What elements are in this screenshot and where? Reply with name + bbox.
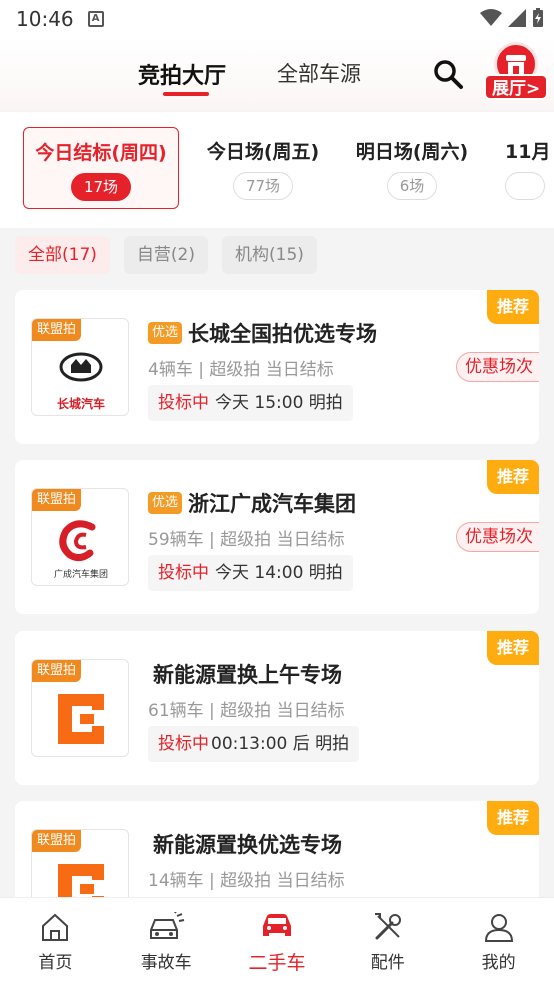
showroom-button[interactable]: 展厅> bbox=[484, 42, 554, 106]
tab-auction-hall[interactable]: 竞拍大厅 bbox=[138, 58, 226, 90]
day-tab-today-close[interactable]: 今日结标(周四) 17场 bbox=[23, 127, 179, 209]
recommend-badge: 推荐 bbox=[487, 460, 539, 494]
day-tabs: 今日结标(周四) 17场 今日场(周五) 77场 明日场(周六) 6场 11月 bbox=[0, 112, 554, 228]
day-tab-title: 今日结标(周四) bbox=[35, 142, 167, 164]
orange-block-logo bbox=[58, 864, 104, 897]
day-tab-count: 77场 bbox=[232, 172, 294, 200]
active-tab-indicator bbox=[163, 92, 209, 96]
day-tab-today[interactable]: 今日场(周五) 77场 bbox=[205, 127, 321, 209]
discount-badge: 优惠场次 bbox=[456, 522, 539, 552]
filter-all[interactable]: 全部(17) bbox=[15, 236, 110, 274]
nav-label: 首页 bbox=[38, 953, 73, 973]
recommend-badge: 推荐 bbox=[487, 631, 539, 665]
session-title: 浙江广成汽车集团 bbox=[188, 492, 357, 516]
alliance-tag: 联盟拍 bbox=[32, 830, 82, 852]
session-logo: 联盟拍 广成汽车集团 bbox=[31, 488, 129, 586]
status-bar: 10:46 A bbox=[0, 0, 554, 38]
battery-icon bbox=[533, 8, 543, 27]
status-icons bbox=[480, 8, 544, 28]
bidding-status: 投标中 bbox=[158, 563, 209, 583]
session-meta: 14辆车 | 超级拍 当日结标 bbox=[148, 871, 345, 891]
auction-card[interactable]: 联盟拍 广成汽车集团 推荐 优选 浙江广成汽车集团 59辆车 | 超级拍 当日结… bbox=[15, 460, 539, 614]
card-title-row: 优选 浙江广成汽车集团 bbox=[148, 488, 356, 518]
bidding-status: 投标中 bbox=[158, 393, 209, 413]
session-status: 投标中 00:13:00 后 明拍 bbox=[148, 726, 360, 762]
day-tab-count: 6场 bbox=[386, 172, 438, 200]
auction-card[interactable]: 联盟拍 推荐 新能源置换上午专场 61辆车 | 超级拍 当日结标 投标中 00:1… bbox=[15, 631, 539, 785]
session-status: 投标中 今天 15:00 明拍 bbox=[148, 385, 353, 421]
session-meta: 4辆车 | 超级拍 当日结标 bbox=[148, 360, 334, 380]
session-logo: 联盟拍 bbox=[31, 829, 129, 897]
day-tab-count bbox=[505, 172, 545, 200]
day-tab-count: 17场 bbox=[70, 173, 132, 201]
profile-icon bbox=[484, 914, 513, 942]
alliance-tag: 联盟拍 bbox=[32, 489, 82, 511]
discount-badge: 优惠场次 bbox=[456, 352, 539, 382]
accident-car-icon bbox=[150, 912, 185, 939]
session-time: 今天 14:00 明拍 bbox=[215, 563, 343, 583]
bidding-status: 投标中 bbox=[158, 734, 209, 754]
session-meta: 61辆车 | 超级拍 当日结标 bbox=[148, 701, 345, 721]
session-time: 00:13:00 后 明拍 bbox=[211, 734, 350, 754]
session-title: 长城全国拍优选专场 bbox=[188, 322, 378, 346]
status-time: 10:46 bbox=[16, 7, 74, 31]
auction-card[interactable]: 联盟拍 长城汽车 推荐 优选 长城全国拍优选专场 4辆车 | 超级拍 当日结标 … bbox=[15, 290, 539, 444]
recommend-badge: 推荐 bbox=[487, 801, 539, 835]
pick-badge: 优选 bbox=[148, 322, 183, 344]
search-button[interactable] bbox=[432, 58, 464, 90]
session-logo: 联盟拍 长城汽车 bbox=[31, 318, 129, 416]
filter-self-operated[interactable]: 自营(2) bbox=[123, 236, 208, 274]
nav-label: 事故车 bbox=[140, 953, 192, 973]
day-tab-november[interactable]: 11月 bbox=[505, 127, 554, 209]
session-logo: 联盟拍 bbox=[31, 659, 129, 757]
session-title: 新能源置换上午专场 bbox=[153, 663, 342, 687]
nav-label: 配件 bbox=[370, 953, 405, 973]
nav-home[interactable]: 首页 bbox=[0, 898, 111, 984]
search-icon bbox=[434, 60, 463, 89]
nav-accident-car[interactable]: 事故车 bbox=[111, 898, 222, 984]
day-tab-title: 今日场(周五) bbox=[206, 141, 320, 163]
tab-all-vehicles[interactable]: 全部车源 bbox=[277, 58, 361, 88]
nav-label: 我的 bbox=[481, 953, 516, 973]
orange-block-logo bbox=[58, 694, 104, 744]
session-status: 投标中 今天 14:00 明拍 bbox=[148, 555, 353, 591]
card-title-row: 新能源置换上午专场 bbox=[153, 659, 342, 689]
auction-list: 联盟拍 长城汽车 推荐 优选 长城全国拍优选专场 4辆车 | 超级拍 当日结标 … bbox=[15, 290, 539, 897]
alliance-tag: 联盟拍 bbox=[32, 319, 82, 341]
bottom-nav: 首页 事故车 二手车 配件 我的 bbox=[0, 897, 554, 984]
session-meta: 59辆车 | 超级拍 当日结标 bbox=[148, 530, 345, 550]
signal-icon bbox=[508, 9, 526, 27]
card-title-row: 优选 长城全国拍优选专场 bbox=[148, 318, 377, 348]
filter-institution[interactable]: 机构(15) bbox=[222, 236, 317, 274]
header: 竞拍大厅 全部车源 展厅> bbox=[0, 38, 554, 110]
recommend-badge: 推荐 bbox=[487, 290, 539, 324]
session-title: 新能源置换优选专场 bbox=[153, 833, 342, 857]
day-tab-title: 11月 bbox=[505, 141, 551, 163]
notification-a-icon: A bbox=[87, 11, 104, 27]
pick-badge: 优选 bbox=[148, 492, 183, 514]
auction-card[interactable]: 联盟拍 推荐 新能源置换优选专场 14辆车 | 超级拍 当日结标 bbox=[15, 801, 539, 897]
day-tab-tomorrow[interactable]: 明日场(周六) 6场 bbox=[354, 127, 470, 209]
logo-brand: 广成汽车集团 bbox=[53, 570, 108, 580]
nav-parts[interactable]: 配件 bbox=[332, 898, 443, 984]
used-car-icon bbox=[262, 914, 291, 936]
nav-profile[interactable]: 我的 bbox=[443, 898, 554, 984]
showroom-label: 展厅> bbox=[484, 74, 549, 100]
alliance-tag: 联盟拍 bbox=[32, 660, 82, 682]
home-icon bbox=[42, 913, 69, 941]
tools-icon bbox=[374, 913, 401, 940]
wifi-icon bbox=[480, 9, 502, 26]
card-title-row: 新能源置换优选专场 bbox=[153, 829, 342, 859]
nav-label: 二手车 bbox=[248, 952, 306, 974]
logo-brand: 长城汽车 bbox=[56, 397, 105, 411]
nav-used-car[interactable]: 二手车 bbox=[222, 898, 333, 984]
filter-bar: 全部(17) 自营(2) 机构(15) bbox=[15, 236, 317, 274]
session-time: 今天 15:00 明拍 bbox=[215, 393, 343, 413]
day-tab-title: 明日场(周六) bbox=[355, 141, 469, 163]
